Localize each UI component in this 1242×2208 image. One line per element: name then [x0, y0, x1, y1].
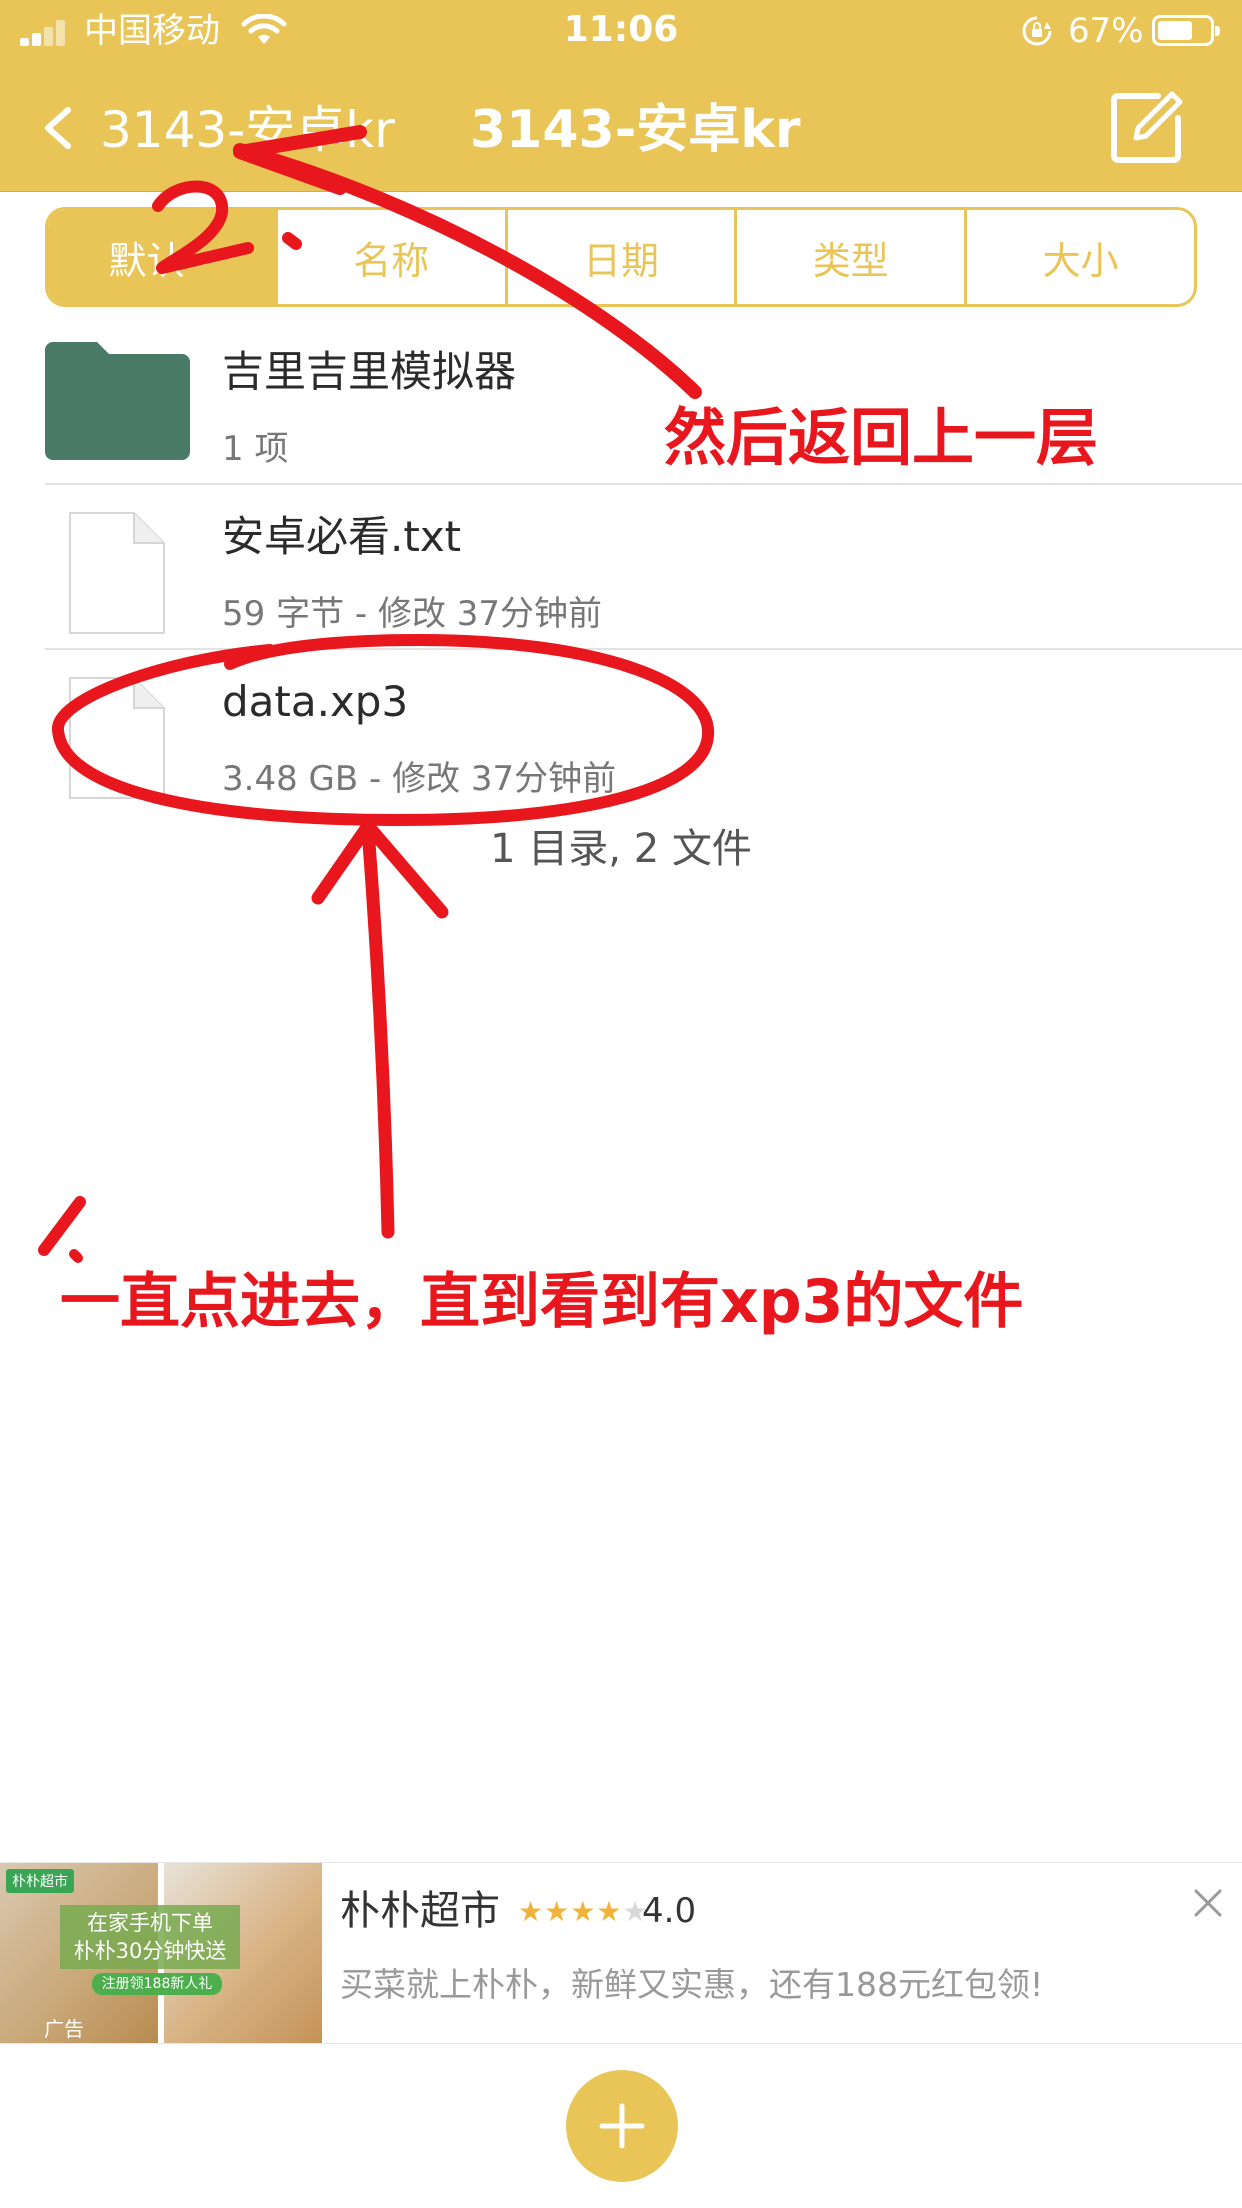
- ad-rating: 4.0: [642, 1891, 697, 1931]
- star-icon: ★: [544, 1895, 571, 1928]
- close-icon[interactable]: [1190, 1885, 1226, 1921]
- annotation-note-bottom: 一直点进去，直到看到有xp3的文件: [60, 1267, 1024, 1337]
- sort-tab-label: 默认: [108, 238, 185, 283]
- file-name: 安卓必看.txt: [222, 512, 462, 561]
- plus-icon: [599, 2103, 645, 2149]
- ad-cta-label: 注册领188新人礼: [92, 1973, 222, 1995]
- file-row-xp3[interactable]: data.xp3 3.48 GB - 修改 37分钟前: [0, 650, 1242, 815]
- file-name: 吉里吉里模拟器: [222, 347, 517, 396]
- battery-percent: 67%: [1068, 11, 1144, 51]
- sort-tab-label: 类型: [812, 238, 889, 283]
- clock: 11:06: [563, 9, 679, 50]
- annotation-note-top: 然后返回上一层: [664, 401, 1099, 474]
- star-icon: ★: [596, 1895, 623, 1928]
- folder-icon: [45, 342, 190, 460]
- ad-slogan-line: 朴朴30分钟快送: [73, 1939, 227, 1963]
- file-meta: 59 字节 - 修改 37分钟前: [222, 594, 603, 634]
- navigation-bar: 3143-安卓kr 3143-安卓kr: [0, 62, 1242, 192]
- star-icon: ★: [518, 1895, 545, 1928]
- ad-brand-badge: 朴朴超市: [6, 1869, 74, 1893]
- back-button[interactable]: 3143-安卓kr: [30, 86, 410, 166]
- document-icon: [69, 512, 165, 634]
- rotation-lock-icon: [1022, 16, 1052, 46]
- sort-tab-label: 日期: [582, 238, 659, 283]
- ad-banner[interactable]: 朴朴超市 广告 在家手机下单 朴朴30分钟快送 注册领188新人礼 朴朴超市 ★…: [0, 1862, 1242, 2044]
- ad-title: 朴朴超市: [340, 1888, 500, 1934]
- add-button[interactable]: [566, 2070, 678, 2182]
- file-list: 吉里吉里模拟器 1 项 安卓必看.txt 59 字节 - 修改 37分钟前 da…: [0, 320, 1242, 815]
- file-row-txt[interactable]: 安卓必看.txt 59 字节 - 修改 37分钟前: [0, 485, 1242, 650]
- document-icon: [69, 677, 165, 799]
- edit-icon[interactable]: [1108, 90, 1184, 166]
- annotation-arrow-up: [361, 823, 395, 1239]
- status-bar: 中国移动 11:06 67%: [0, 0, 1242, 62]
- sort-tab-size[interactable]: 大小: [967, 210, 1194, 304]
- folder-summary: 1 目录, 2 文件: [490, 826, 752, 872]
- sort-tab-date[interactable]: 日期: [508, 210, 738, 304]
- ad-slogan-line: 在家手机下单: [87, 1911, 213, 1935]
- ad-tag: 广告: [44, 2017, 84, 2041]
- sort-tab-label: 名称: [353, 238, 430, 283]
- file-name: data.xp3: [222, 677, 409, 726]
- sort-tab-label: 大小: [1042, 238, 1119, 283]
- sort-tab-name[interactable]: 名称: [278, 210, 508, 304]
- sort-segmented-control: 默认 ⌄ 名称 日期 类型 大小: [45, 207, 1197, 307]
- annotation-number-one: [38, 1196, 86, 1256]
- sort-tab-default[interactable]: 默认 ⌄: [48, 210, 278, 304]
- sort-tab-type[interactable]: 类型: [737, 210, 968, 304]
- file-meta: 3.48 GB - 修改 37分钟前: [222, 759, 617, 799]
- rating-stars: ★★★★★: [518, 1895, 649, 1928]
- back-label: 3143-安卓kr: [100, 101, 395, 159]
- page-title: 3143-安卓kr: [470, 100, 801, 160]
- ad-description: 买菜就上朴朴，新鲜又实惠，还有188元红包领!: [340, 1965, 1044, 2004]
- chevron-down-icon: ⌄: [192, 242, 215, 272]
- file-meta: 1 项: [222, 429, 289, 469]
- annotation-dot: [69, 1249, 83, 1263]
- star-icon: ★: [570, 1895, 597, 1928]
- battery-icon: [1152, 15, 1220, 46]
- ad-slogan: 在家手机下单 朴朴30分钟快送: [60, 1905, 240, 1969]
- chevron-left-icon: [45, 107, 71, 149]
